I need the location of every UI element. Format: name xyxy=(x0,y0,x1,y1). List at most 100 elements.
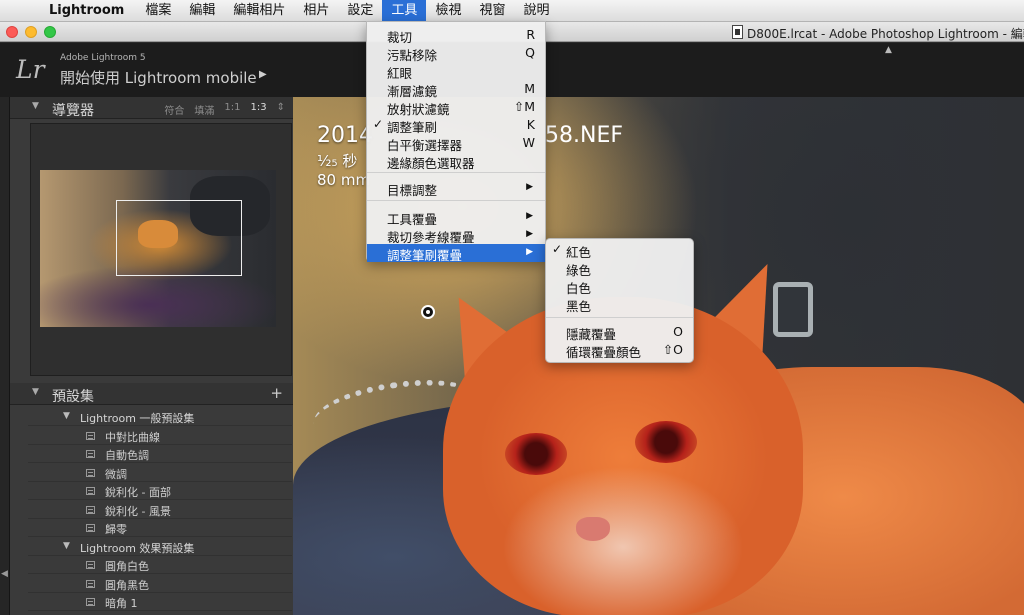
play-arrow-icon[interactable]: ▶ xyxy=(259,69,267,80)
submenu-arrow-icon: ▶ xyxy=(526,247,533,257)
preset-icon xyxy=(86,524,95,532)
preset-label: Lightroom 一般預設集 xyxy=(80,412,195,425)
overlay-submenu-item[interactable]: 黑色 xyxy=(546,295,693,314)
menu-shortcut: ⇧M xyxy=(513,99,535,114)
folder-triangle-icon[interactable]: ▼ xyxy=(63,541,70,551)
preset-label: Lightroom 效果預設集 xyxy=(80,541,195,555)
window-zoom-button[interactable] xyxy=(44,26,56,38)
collapse-triangle-icon[interactable]: ▼ xyxy=(32,387,39,397)
preset-item[interactable]: 暗角 1 xyxy=(28,593,292,611)
top-panel-toggle-icon[interactable]: ▲ xyxy=(885,45,892,55)
preset-item[interactable]: 自動色調 xyxy=(28,445,292,463)
preset-label: 歸零 xyxy=(105,523,127,536)
tools-menu-item[interactable]: 裁切參考線覆疊 ▶ xyxy=(367,226,545,245)
menu-shortcut: W xyxy=(522,135,535,150)
zoom-1-1[interactable]: 1:1 xyxy=(224,102,240,117)
menu-photo[interactable]: 相片 xyxy=(294,0,338,22)
menu-edit[interactable]: 編輯 xyxy=(180,0,224,22)
navigator-view-frame[interactable] xyxy=(116,200,242,276)
tools-menu-item[interactable]: 放射狀濾鏡 ⇧M xyxy=(367,98,545,117)
tools-menu-item[interactable]: 調整筆刷覆疊 ▶ xyxy=(367,244,545,263)
menu-item-label: 黑色 xyxy=(566,299,592,314)
tools-menu-item[interactable]: ✓ 調整筆刷 K xyxy=(367,116,545,135)
zoom-stepper-icon[interactable]: ⇕ xyxy=(277,102,285,117)
window-title: D800E.lrcat - Adobe Photoshop Lightroom … xyxy=(747,27,1024,41)
menu-separator xyxy=(367,172,545,173)
navigator-title: 導覽器 xyxy=(52,103,94,119)
overlay-submenu-item[interactable]: ✓ 紅色 xyxy=(546,241,693,260)
preset-item[interactable]: 銳利化 - 面部 xyxy=(28,482,292,500)
zoom-1-3[interactable]: 1:3 xyxy=(251,102,267,117)
zoom-fit[interactable]: 符合 xyxy=(164,102,184,117)
checkmark-icon: ✓ xyxy=(373,117,384,131)
navigator-thumbnail[interactable] xyxy=(40,170,276,327)
preset-folder[interactable]: ▼ Lightroom 效果預設集 xyxy=(28,538,292,556)
folder-triangle-icon[interactable]: ▼ xyxy=(63,411,70,421)
menu-file[interactable]: 檔案 xyxy=(136,0,180,22)
photo-filename-end: 58.NEF xyxy=(545,123,623,148)
menu-item-label: 目標調整 xyxy=(387,183,438,198)
menu-shortcut: Q xyxy=(525,45,535,60)
preset-item[interactable]: 圓角白色 xyxy=(28,556,292,574)
tools-menu-item[interactable]: 紅眼 xyxy=(367,62,545,81)
menu-item-label: 調整筆刷覆疊 xyxy=(387,248,463,263)
add-preset-button[interactable]: + xyxy=(270,384,283,402)
preset-item[interactable]: 歸零 xyxy=(28,519,292,537)
collapse-triangle-icon[interactable]: ▼ xyxy=(32,101,39,111)
navigator-header[interactable]: ▼ 導覽器 符合 填滿 1:1 1:3 ⇕ xyxy=(10,97,293,119)
lightroom-mobile-link[interactable]: 開始使用 Lightroom mobile xyxy=(60,67,257,88)
menu-help[interactable]: 說明 xyxy=(514,0,558,22)
menu-window[interactable]: 視窗 xyxy=(470,0,514,22)
adjustment-brush-pin-icon[interactable] xyxy=(421,305,435,319)
preset-icon xyxy=(86,598,95,606)
preset-item[interactable]: 微調 xyxy=(28,464,292,482)
preset-list: ▼ Lightroom 一般預設集中對比曲線自動色調微調 銳利化 - 面部銳利化 -… xyxy=(28,408,292,615)
tools-menu-item[interactable]: 目標調整 ▶ xyxy=(367,179,545,198)
left-panel: ▼ 導覽器 符合 填滿 1:1 1:3 ⇕ ▼ 預設集 + ▼ Lightroom… xyxy=(10,97,293,615)
menu-shortcut: R xyxy=(526,27,535,42)
preset-icon xyxy=(86,579,95,588)
preset-icon xyxy=(86,450,95,458)
tools-menu-item[interactable]: 污點移除 Q xyxy=(367,44,545,63)
tools-menu-item[interactable]: 漸層濾鏡 M xyxy=(367,80,545,99)
photo-cat-nose xyxy=(576,517,610,541)
window-close-button[interactable] xyxy=(6,26,18,38)
photo-cat-eye-left xyxy=(505,433,567,475)
tools-menu-item[interactable]: 裁切 R xyxy=(367,26,545,45)
overlay-submenu-item[interactable]: 綠色 xyxy=(546,259,693,278)
tools-menu-item[interactable]: 邊緣顏色選取器 xyxy=(367,152,545,171)
menu-tools[interactable]: 工具 xyxy=(382,0,427,22)
preset-item[interactable]: 圓角黑色 xyxy=(28,575,292,593)
menu-view[interactable]: 檢視 xyxy=(426,0,470,22)
tools-menu: 裁切 R 污點移除 Q 紅眼 漸層濾鏡 M 放射狀濾鏡 ⇧M ✓ 調整筆刷 K 白平衡選擇器 W 邊緣顏色選… xyxy=(366,21,546,263)
preset-label: 圓角白色 xyxy=(105,560,149,573)
left-panel-toggle-icon[interactable]: ◀ xyxy=(1,569,8,579)
preset-label: 自動色調 xyxy=(105,449,149,462)
navigator-zoom-options: 符合 填滿 1:1 1:3 ⇕ xyxy=(164,102,285,117)
overlay-submenu-item[interactable]: 循環覆疊顏色 ⇧O xyxy=(546,341,693,360)
menu-app-lightroom[interactable]: Lightroom xyxy=(40,0,136,22)
submenu-arrow-icon: ▶ xyxy=(526,229,533,239)
preset-icon xyxy=(86,505,95,514)
presets-header[interactable]: ▼ 預設集 + xyxy=(10,383,293,405)
overlay-submenu-item[interactable]: 隱藏覆疊 O xyxy=(546,323,693,342)
menu-item-label: 循環覆疊顏色 xyxy=(566,345,642,360)
preset-item[interactable]: 中對比曲線 xyxy=(28,427,292,445)
tools-menu-item[interactable]: 工具覆疊 ▶ xyxy=(367,208,545,227)
tools-menu-item[interactable]: 白平衡選擇器 W xyxy=(367,134,545,153)
window-minimize-button[interactable] xyxy=(25,26,37,38)
submenu-arrow-icon: ▶ xyxy=(526,182,533,192)
menu-shortcut: M xyxy=(524,81,535,96)
menu-settings[interactable]: 設定 xyxy=(338,0,382,22)
zoom-fill[interactable]: 填滿 xyxy=(194,102,214,117)
preset-label: 銳利化 - 風景 xyxy=(105,504,171,518)
presets-title: 預設集 xyxy=(52,389,94,405)
preset-folder[interactable]: ▼ Lightroom 一般預設集 xyxy=(28,408,292,426)
menu-develop[interactable]: 編輯相片 xyxy=(224,0,294,22)
menu-shortcut: ⇧O xyxy=(662,342,683,357)
left-panel-edge[interactable]: ◀ xyxy=(0,97,10,615)
preset-item[interactable]: 銳利化 - 風景 xyxy=(28,501,292,519)
menu-shortcut: O xyxy=(673,324,683,339)
preset-label: 中對比曲線 xyxy=(105,430,160,444)
overlay-submenu-item[interactable]: 白色 xyxy=(546,277,693,296)
